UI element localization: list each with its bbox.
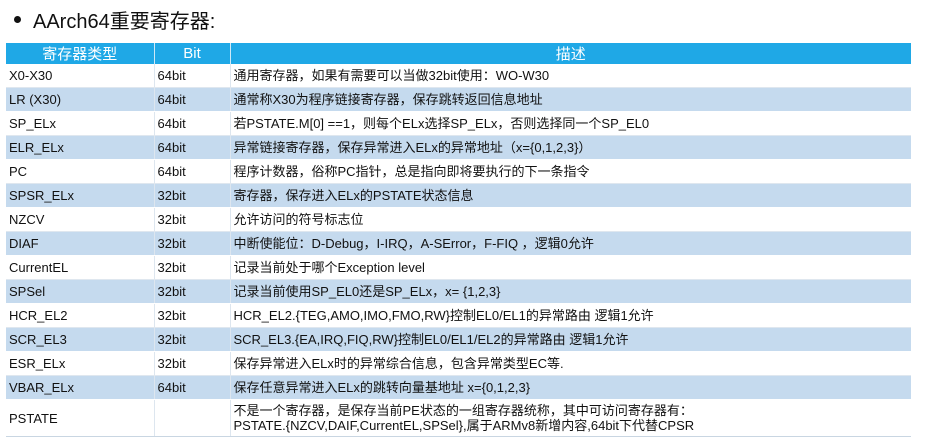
table-row: X0-X30 64bit 通用寄存器，如果有需要可以当做32bit使用：WO-W… xyxy=(6,64,911,88)
table-row: SPSR_ELx 32bit 寄存器，保存进入ELx的PSTATE状态信息 xyxy=(6,183,911,208)
description-cell: 异常链接寄存器，保存异常进入ELx的异常地址（x={0,1,2,3}） xyxy=(230,135,911,160)
table-row: SPSel 32bit 记录当前使用SP_EL0还是SP_ELx，x= {1,2… xyxy=(6,279,911,304)
bit-width-cell: 32bit xyxy=(154,231,231,256)
page-title: AArch64重要寄存器: xyxy=(33,10,216,33)
description-line: 不是一个寄存器，是保存当前PE状态的一组寄存器统称，其中可访问寄存器有： xyxy=(233,403,693,418)
register-name-cell: SCR_EL3 xyxy=(6,327,155,352)
table-row: ESR_ELx 32bit 保存异常进入ELx时的异常综合信息，包含异常类型EC… xyxy=(6,351,911,376)
table-row: VBAR_ELx 64bit 保存任意异常进入ELx的跳转向量基地址 x={0,… xyxy=(6,375,911,400)
slide-heading: AArch64重要寄存器: xyxy=(8,4,215,34)
bit-width-cell: 32bit xyxy=(154,279,231,304)
table-row: ELR_ELx 64bit 异常链接寄存器，保存异常进入ELx的异常地址（x={… xyxy=(6,135,911,160)
register-name-cell: DIAF xyxy=(6,231,155,256)
register-name-cell: PSTATE xyxy=(6,399,155,437)
description-cell: 保存异常进入ELx时的异常综合信息，包含异常类型EC等. xyxy=(230,351,911,376)
bit-width-cell: 32bit xyxy=(154,255,231,280)
bit-width-cell xyxy=(154,399,231,437)
bit-width-cell: 32bit xyxy=(154,183,231,208)
description-cell: 记录当前使用SP_EL0还是SP_ELx，x= {1,2,3} xyxy=(230,279,911,304)
description-cell: 寄存器，保存进入ELx的PSTATE状态信息 xyxy=(230,183,911,208)
register-name-cell: SPSel xyxy=(6,279,155,304)
register-name-cell: VBAR_ELx xyxy=(6,375,155,400)
table-row: NZCV 32bit 允许访问的符号标志位 xyxy=(6,207,911,232)
table-row: SCR_EL3 32bit SCR_EL3.{EA,IRQ,FIQ,RW}控制E… xyxy=(6,327,911,352)
register-name-cell: ELR_ELx xyxy=(6,135,155,160)
register-name-cell: LR (X30) xyxy=(6,87,155,112)
bit-width-cell: 64bit xyxy=(154,87,231,112)
bit-width-cell: 32bit xyxy=(154,207,231,232)
table-row: LR (X30) 64bit 通常称X30为程序链接寄存器，保存跳转返回信息地址 xyxy=(6,87,911,112)
header-description: 描述 xyxy=(230,43,911,64)
bit-width-cell: 64bit xyxy=(154,64,231,88)
register-name-cell: SP_ELx xyxy=(6,111,155,136)
bit-width-cell: 64bit xyxy=(154,375,231,400)
description-line: PSTATE.{NZCV,DAIF,CurrentEL,SPSel},属于ARM… xyxy=(233,418,695,433)
register-name-cell: PC xyxy=(6,159,155,184)
description-cell: 记录当前处于哪个Exception level xyxy=(230,255,911,280)
header-bit: Bit xyxy=(154,43,231,64)
description-cell: 不是一个寄存器，是保存当前PE状态的一组寄存器统称，其中可访问寄存器有： PST… xyxy=(230,399,911,437)
table-body: X0-X30 64bit 通用寄存器，如果有需要可以当做32bit使用：WO-W… xyxy=(6,64,911,437)
description-cell: 通常称X30为程序链接寄存器，保存跳转返回信息地址 xyxy=(230,87,911,112)
table-row: DIAF 32bit 中断使能位：D-Debug，I-IRQ，A-SError，… xyxy=(6,231,911,256)
bit-width-cell: 64bit xyxy=(154,111,231,136)
bit-width-cell: 32bit xyxy=(154,351,231,376)
table-row: PSTATE 不是一个寄存器，是保存当前PE状态的一组寄存器统称，其中可访问寄存… xyxy=(6,399,911,437)
register-name-cell: CurrentEL xyxy=(6,255,155,280)
description-cell: SCR_EL3.{EA,IRQ,FIQ,RW}控制EL0/EL1/EL2的异常路… xyxy=(230,327,911,352)
description-cell: 允许访问的符号标志位 xyxy=(230,207,911,232)
description-cell: HCR_EL2.{TEG,AMO,IMO,FMO,RW}控制EL0/EL1的异常… xyxy=(230,303,911,328)
bit-width-cell: 32bit xyxy=(154,327,231,352)
header-register-type: 寄存器类型 xyxy=(6,43,155,64)
register-name-cell: X0-X30 xyxy=(6,64,155,88)
description-cell: 保存任意异常进入ELx的跳转向量基地址 x={0,1,2,3} xyxy=(230,375,911,400)
description-cell: 程序计数器，俗称PC指针，总是指向即将要执行的下一条指令 xyxy=(230,159,911,184)
table-row: CurrentEL 32bit 记录当前处于哪个Exception level xyxy=(6,255,911,280)
register-name-cell: HCR_EL2 xyxy=(6,303,155,328)
bullet-icon xyxy=(14,15,21,23)
register-name-cell: SPSR_ELx xyxy=(6,183,155,208)
bit-width-cell: 64bit xyxy=(154,159,231,184)
register-name-cell: NZCV xyxy=(6,207,155,232)
table-row: PC 64bit 程序计数器，俗称PC指针，总是指向即将要执行的下一条指令 xyxy=(6,159,911,184)
register-name-cell: ESR_ELx xyxy=(6,351,155,376)
description-cell: 若PSTATE.M[0] ==1，则每个ELx选择SP_ELx，否则选择同一个S… xyxy=(230,111,911,136)
description-cell: 中断使能位：D-Debug，I-IRQ，A-SError，F-FIQ ，逻辑0允… xyxy=(230,231,911,256)
table-row: SP_ELx 64bit 若PSTATE.M[0] ==1，则每个ELx选择SP… xyxy=(6,111,911,136)
description-cell: 通用寄存器，如果有需要可以当做32bit使用：WO-W30 xyxy=(230,64,911,88)
table-row: HCR_EL2 32bit HCR_EL2.{TEG,AMO,IMO,FMO,R… xyxy=(6,303,911,328)
table-header-row: 寄存器类型 Bit 描述 xyxy=(6,43,911,64)
bit-width-cell: 64bit xyxy=(154,135,231,160)
register-table: 寄存器类型 Bit 描述 X0-X30 64bit 通用寄存器，如果有需要可以当… xyxy=(6,43,911,437)
bit-width-cell: 32bit xyxy=(154,303,231,328)
